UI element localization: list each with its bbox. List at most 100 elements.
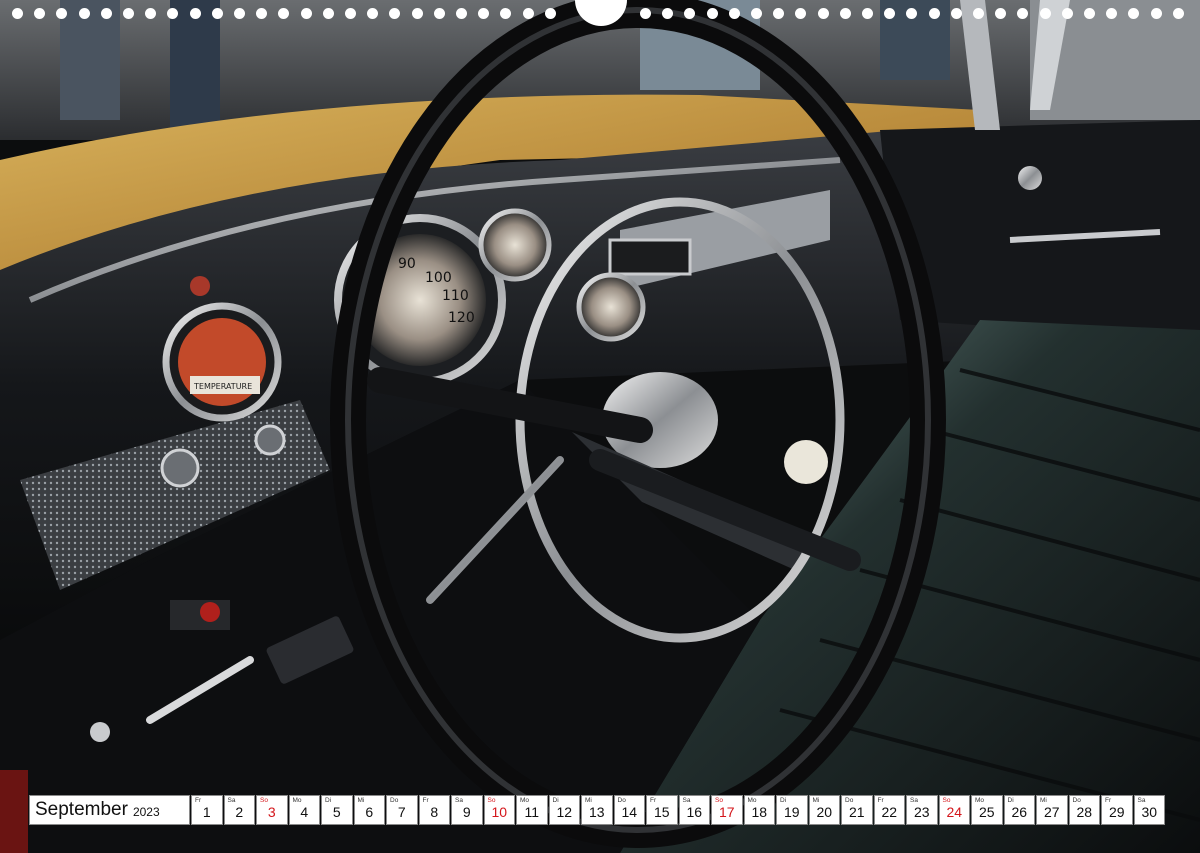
binding-hole: [728, 8, 740, 19]
day-number: 24: [946, 804, 963, 820]
binding-hole: [322, 8, 334, 19]
day-number: 1: [202, 804, 211, 820]
calendar-page: 90 100 110 120 TEMPERATURE September 202…: [0, 0, 1200, 853]
weekday-label: Fr: [650, 797, 657, 804]
day-cell: So 3: [256, 795, 288, 825]
day-number: 20: [816, 804, 833, 820]
day-cell: Sa 30: [1133, 795, 1165, 825]
day-cell: Sa 2: [223, 795, 255, 825]
day-number: 3: [267, 804, 276, 820]
day-cell: Mo 4: [288, 795, 320, 825]
day-number: 12: [556, 804, 573, 820]
day-number: 17: [718, 804, 735, 820]
binding-hole: [367, 8, 379, 19]
month-cell: September 2023: [29, 795, 190, 825]
day-cell: Fr 22: [873, 795, 905, 825]
weekday-label: Sa: [1137, 797, 1146, 804]
day-cell: Mi 13: [581, 795, 613, 825]
day-cell: Mo 18: [743, 795, 775, 825]
binding-hole: [906, 8, 918, 19]
weekday-label: Do: [390, 797, 399, 804]
day-cell: So 24: [938, 795, 970, 825]
day-cell: Mo 25: [971, 795, 1003, 825]
day-number: 4: [300, 804, 309, 820]
day-cell: Do 14: [613, 795, 645, 825]
binding-hole: [211, 8, 223, 19]
day-cell: Fr 15: [646, 795, 678, 825]
binding-hole: [123, 8, 134, 19]
day-number: 25: [978, 804, 995, 820]
weekday-label: Sa: [227, 797, 236, 804]
day-number: 26: [1011, 804, 1028, 820]
day-cell: So 17: [711, 795, 743, 825]
weekday-label: Mo: [747, 797, 757, 804]
weekday-label: Do: [845, 797, 854, 804]
binding-hole: [862, 8, 873, 19]
day-cell: So 10: [483, 795, 515, 825]
binding-hole: [773, 8, 785, 19]
weekday-label: Di: [325, 797, 332, 804]
binding-hole: [78, 8, 90, 19]
binding-hole: [278, 8, 290, 19]
weekday-label: Mi: [357, 797, 365, 804]
weekday-label: Do: [1072, 797, 1081, 804]
day-cell: Sa 9: [451, 795, 483, 825]
binding-hole: [1084, 8, 1095, 19]
binding-hole: [234, 8, 245, 19]
day-number: 30: [1141, 804, 1158, 820]
weekday-label: Fr: [422, 797, 429, 804]
day-cell: Mi 20: [808, 795, 840, 825]
day-cell: Di 12: [548, 795, 580, 825]
weekday-label: Sa: [682, 797, 691, 804]
day-number: 23: [913, 804, 930, 820]
weekday-label: Mi: [585, 797, 592, 804]
speedometer-tick: 90: [398, 256, 416, 272]
binding-hole: [389, 8, 401, 19]
speedometer-tick: 120: [448, 310, 475, 326]
binding-hole: [411, 8, 423, 19]
day-number: 28: [1076, 804, 1093, 820]
weekday-label: Mo: [292, 797, 302, 804]
day-number: 16: [686, 804, 703, 820]
binding-hole: [300, 8, 312, 19]
binding-hole: [1061, 8, 1073, 19]
day-number: 2: [235, 804, 244, 820]
day-number: 22: [881, 804, 898, 820]
binding-hole: [345, 8, 356, 19]
day-number: 10: [491, 804, 508, 820]
weekday-label: Do: [617, 797, 626, 804]
binding-hole: [1172, 8, 1184, 19]
binding-hole: [1128, 8, 1140, 19]
day-number: 29: [1108, 804, 1125, 820]
day-cell: Di 19: [776, 795, 808, 825]
binding-hole: [706, 8, 718, 19]
day-number: 18: [751, 804, 768, 820]
day-number: 5: [332, 804, 341, 820]
binding-hole: [145, 8, 157, 19]
day-number: 19: [783, 804, 800, 820]
month-name: September: [35, 799, 128, 820]
day-cell: Mi 27: [1036, 795, 1068, 825]
binding-hole: [884, 8, 896, 19]
binding-hole: [640, 8, 651, 19]
binding-hole: [795, 8, 807, 19]
binding-hole: [928, 8, 940, 19]
binding-hole: [433, 8, 445, 19]
day-number: 8: [430, 804, 439, 820]
binding-hole: [751, 8, 762, 19]
binding-hole: [167, 8, 179, 19]
weekday-label: Sa: [455, 797, 463, 804]
day-cell: Fr 1: [191, 795, 223, 825]
speedometer-tick: 110: [442, 288, 469, 304]
day-cell: Mi 6: [353, 795, 385, 825]
day-number: 27: [1043, 804, 1060, 820]
weekday-label: Fr: [195, 797, 202, 804]
day-number: 11: [524, 804, 540, 820]
binding-hole: [478, 8, 490, 19]
day-cell: Sa 16: [678, 795, 710, 825]
weekday-label: Di: [552, 797, 559, 804]
binding-hole: [817, 8, 829, 19]
weekday-label: So: [942, 797, 951, 804]
temperature-gauge-label: TEMPERATURE: [193, 382, 252, 391]
binding-hole: [56, 8, 68, 19]
